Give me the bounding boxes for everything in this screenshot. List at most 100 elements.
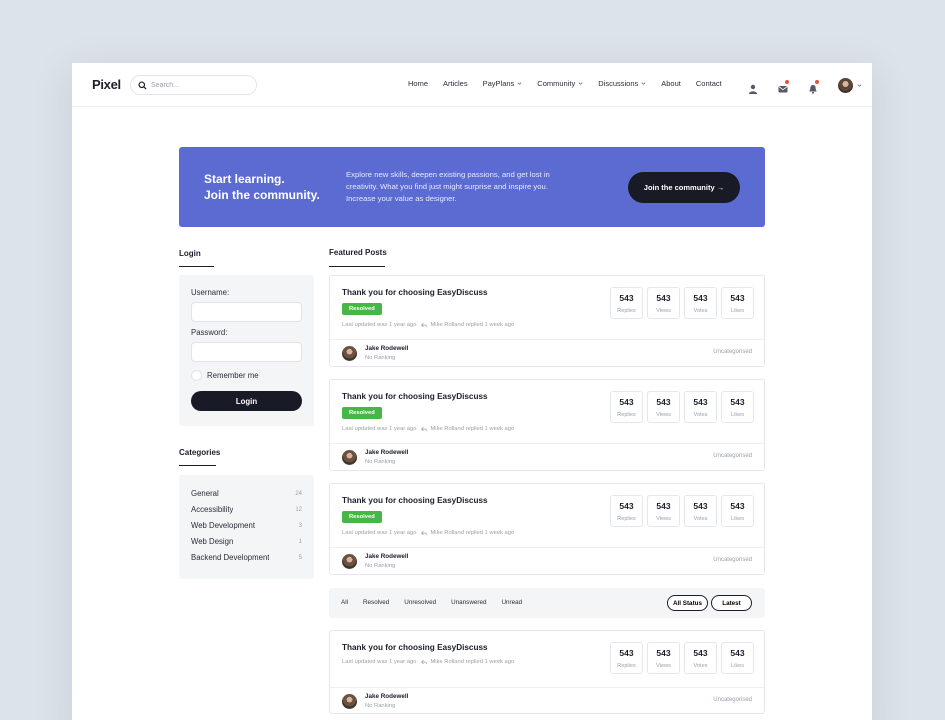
category-item[interactable]: Accessibility 12	[191, 505, 302, 514]
post-card[interactable]: Thank you for choosing EasyDiscuss Last u…	[329, 630, 765, 714]
author-avatar[interactable]	[342, 694, 357, 709]
nav-item-label: Home	[408, 79, 429, 88]
author-rank: No Ranking	[365, 703, 396, 709]
reply-icon	[421, 659, 428, 665]
post-card[interactable]: Thank you for choosing EasyDiscuss Resolv…	[329, 275, 765, 367]
stat-value: 543	[693, 293, 708, 303]
post-category[interactable]: Uncategorised	[713, 697, 752, 703]
user-icon[interactable]	[748, 81, 758, 94]
nav-item-label: Community	[537, 79, 576, 88]
all-status-button[interactable]: All Status	[667, 595, 708, 611]
stat-likes: 543 Likes	[721, 287, 754, 319]
login-heading-underline	[179, 266, 214, 267]
hero-title-line-2: Join the community.	[204, 188, 320, 202]
nav-item-articles[interactable]: Articles	[443, 79, 468, 88]
stat-value: 543	[730, 397, 745, 407]
chevron-down-icon	[641, 82, 646, 85]
post-title[interactable]: Thank you for choosing EasyDiscuss	[342, 392, 488, 401]
post-title[interactable]: Thank you for choosing EasyDiscuss	[342, 496, 488, 505]
stat-likes: 543 Likes	[721, 642, 754, 674]
author-avatar[interactable]	[342, 450, 357, 465]
filter-tab-unresolved[interactable]: Unresolved	[404, 599, 436, 606]
latest-sort-button[interactable]: Latest	[711, 595, 752, 611]
chevron-down-icon[interactable]	[857, 83, 862, 88]
stat-label: Votes	[693, 308, 708, 314]
search-input[interactable]	[151, 81, 251, 89]
filter-tab-resolved[interactable]: Resolved	[363, 599, 389, 606]
category-name: Web Design	[191, 537, 234, 546]
post-reply: Mike Rolland replied 1 week ago	[430, 659, 515, 665]
category-name: Accessibility	[191, 505, 234, 514]
post-card[interactable]: Thank you for choosing EasyDiscuss Resolv…	[329, 483, 765, 575]
login-heading: Login	[179, 249, 201, 258]
nav-item-home[interactable]: Home	[408, 79, 428, 88]
password-input[interactable]	[191, 342, 302, 362]
nav-item-payplans[interactable]: PayPlans	[483, 79, 523, 88]
stat-label: Views	[656, 516, 671, 522]
post-updated: Last updated was 1 year ago	[342, 322, 417, 328]
category-item[interactable]: General 24	[191, 489, 302, 498]
stat-label: Votes	[693, 516, 708, 522]
author-name[interactable]: Jake Rodewell	[365, 345, 408, 352]
site-logo[interactable]: Pixel	[92, 77, 121, 92]
author-name[interactable]: Jake Rodewell	[365, 553, 408, 560]
filter-tab-unread[interactable]: Unread	[501, 599, 522, 606]
category-item[interactable]: Web Design 1	[191, 537, 302, 546]
hero-description: Explore new skills, deepen existing pass…	[346, 170, 550, 203]
username-input[interactable]	[191, 302, 302, 322]
filter-tab-all[interactable]: All	[341, 599, 348, 606]
nav-item-about[interactable]: About	[661, 79, 681, 88]
post-title[interactable]: Thank you for choosing EasyDiscuss	[342, 288, 488, 297]
search-box[interactable]	[130, 75, 257, 95]
post-category[interactable]: Uncategorised	[713, 349, 752, 355]
post-stats: 543 Replies 543 Views 543 Votes 543 Likes	[610, 495, 758, 527]
author-name[interactable]: Jake Rodewell	[365, 693, 408, 700]
author-name[interactable]: Jake Rodewell	[365, 449, 408, 456]
post-footer: Jake Rodewell No Ranking Uncategorised	[330, 687, 764, 714]
filter-tab-unanswered[interactable]: Unanswered	[451, 599, 486, 606]
nav-item-label: Contact	[695, 79, 722, 88]
stat-value: 543	[730, 501, 745, 511]
stat-label: Likes	[730, 412, 745, 418]
stat-views: 543 Views	[647, 642, 680, 674]
category-count: 5	[298, 554, 302, 561]
post-card[interactable]: Thank you for choosing EasyDiscuss Resolv…	[329, 379, 765, 471]
chevron-down-icon	[517, 82, 522, 85]
post-title[interactable]: Thank you for choosing EasyDiscuss	[342, 643, 488, 652]
category-item[interactable]: Backend Development 5	[191, 553, 302, 562]
stat-value: 543	[693, 648, 708, 658]
post-category[interactable]: Uncategorised	[713, 557, 752, 563]
join-community-button[interactable]: Join the community →	[628, 172, 740, 203]
user-avatar[interactable]	[838, 78, 853, 93]
stat-replies: 543 Replies	[610, 391, 643, 423]
stat-value: 543	[619, 501, 634, 511]
category-item[interactable]: Web Development 3	[191, 521, 302, 530]
nav-item-discussions[interactable]: Discussions	[598, 79, 646, 88]
post-category[interactable]: Uncategorised	[713, 453, 752, 459]
nav-item-label: Articles	[443, 79, 468, 88]
nav-item-contact[interactable]: Contact	[696, 79, 722, 88]
author-avatar[interactable]	[342, 346, 357, 361]
filter-bar: All Resolved Unresolved Unanswered Unread Al…	[329, 588, 765, 618]
mail-icon[interactable]	[778, 79, 789, 92]
author-avatar[interactable]	[342, 554, 357, 569]
reply-icon	[421, 426, 428, 432]
post-stats: 543 Replies 543 Views 543 Votes 543 Likes	[610, 642, 758, 674]
post-meta: Last updated was 1 year ago Mike Rolland …	[342, 426, 514, 432]
post-reply: Mike Rolland replied 1 week ago	[430, 530, 515, 536]
bell-notification-dot	[815, 79, 819, 84]
status-badge: Resolved	[342, 407, 382, 419]
search-icon	[138, 80, 147, 90]
category-count: 3	[298, 522, 302, 529]
post-reply: Mike Rolland replied 1 week ago	[430, 322, 515, 328]
reply-icon	[421, 322, 428, 328]
category-count: 24	[295, 490, 302, 497]
remember-me[interactable]: Remember me	[191, 370, 259, 381]
bell-icon[interactable]	[808, 79, 819, 94]
login-button[interactable]: Login	[191, 391, 302, 411]
nav-item-community[interactable]: Community	[537, 79, 583, 88]
category-name: Backend Development	[191, 553, 270, 562]
stat-label: Replies	[617, 308, 636, 314]
post-reply: Mike Rolland replied 1 week ago	[430, 426, 515, 432]
remember-me-checkbox[interactable]	[191, 370, 202, 381]
